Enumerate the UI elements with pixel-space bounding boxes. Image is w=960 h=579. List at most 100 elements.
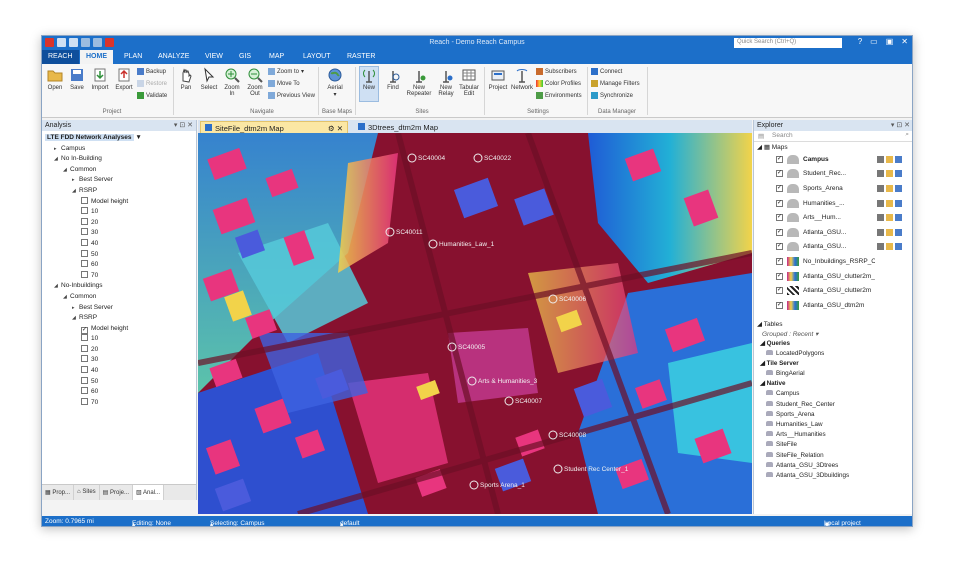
tab-project[interactable]: ▤ Proje... — [100, 485, 134, 500]
checkbox[interactable] — [81, 249, 88, 257]
style-icon[interactable] — [895, 170, 902, 178]
layer-visibility-checkbox[interactable]: ✓ — [776, 243, 783, 251]
backup-button[interactable]: Backup — [137, 68, 166, 75]
map-label[interactable]: Student Rec Center_1 — [564, 466, 629, 473]
edit-icon[interactable] — [877, 199, 884, 207]
new-repeater-button[interactable]: New Repeater — [405, 67, 433, 97]
dropdown-icon[interactable]: ▼ — [134, 134, 141, 141]
table-item[interactable]: BingAerial — [754, 369, 912, 379]
map-label[interactable]: Sports Arena_1 — [480, 482, 525, 489]
tab-gis[interactable]: GIS — [233, 50, 257, 64]
move-to-button[interactable]: Move To — [268, 80, 300, 87]
tree-node[interactable]: ◢ Common — [45, 165, 196, 176]
new-relay-button[interactable]: New Relay — [435, 67, 457, 97]
quick-search-input[interactable]: Quick Search (Ctrl+Q) — [734, 38, 842, 48]
layer-visibility-checkbox[interactable]: ✓ — [776, 257, 783, 265]
map-canvas[interactable]: SC40004 SC40022 SC40011 Humanities_Law_1… — [198, 133, 752, 514]
layer-item[interactable]: ✓ Campus — [754, 152, 912, 167]
tree-checkbox-item[interactable]: 70 — [45, 270, 196, 282]
style-icon[interactable] — [895, 184, 902, 192]
close-button[interactable]: ✕ — [901, 37, 908, 46]
table-item[interactable]: LocatedPolygons — [754, 349, 912, 359]
tabular-edit-button[interactable]: Tabular Edit — [458, 67, 480, 97]
tab-close-icon[interactable]: ⚙ ✕ — [328, 124, 343, 133]
minimize-button[interactable]: ▭ — [870, 37, 878, 46]
map-label[interactable]: SC40007 — [515, 398, 542, 405]
layer-visibility-checkbox[interactable]: ✓ — [776, 170, 783, 178]
layer-item[interactable]: ✓ Sports_Arena — [754, 181, 912, 196]
edit-icon[interactable] — [877, 155, 884, 163]
explorer-search-input[interactable]: ▤ Search ⌕ — [754, 131, 912, 142]
tree-checkbox-item[interactable]: 30 — [45, 355, 196, 366]
map-label[interactable]: SC40005 — [458, 344, 485, 351]
folder-icon[interactable] — [886, 170, 893, 178]
environments-button[interactable]: Environments — [536, 92, 582, 99]
layer-item[interactable]: ✓ Atlanta_GSU_clutter2m — [754, 283, 912, 298]
layer-visibility-checkbox[interactable]: ✓ — [776, 228, 783, 236]
layer-item[interactable]: ✓ Arts__Hum... — [754, 210, 912, 225]
tables-section-header[interactable]: ◢ Tables — [754, 319, 912, 329]
checkbox[interactable] — [81, 334, 88, 342]
tree-checkbox-item[interactable]: 50 — [45, 249, 196, 261]
validate-button[interactable]: Validate — [137, 92, 167, 99]
checkbox[interactable] — [81, 366, 88, 374]
folder-icon[interactable] — [886, 228, 893, 236]
tree-checkbox-item[interactable]: 50 — [45, 376, 196, 388]
aerial-button[interactable]: Aerial ▾ — [322, 67, 348, 98]
folder-icon[interactable] — [886, 214, 893, 222]
map-label[interactable]: SC40006 — [559, 296, 586, 303]
edit-icon[interactable] — [877, 228, 884, 236]
layer-item[interactable]: ✓ Atlanta_GSU... — [754, 225, 912, 240]
pan-button[interactable]: Pan — [176, 67, 196, 91]
checkbox[interactable] — [81, 376, 88, 384]
edit-icon[interactable] — [877, 243, 884, 251]
tab-reach[interactable]: REACH — [42, 50, 79, 64]
tree-node[interactable]: ▸ Campus — [45, 144, 196, 155]
checkbox[interactable] — [81, 397, 88, 405]
tab-properties[interactable]: ▦ Prop... — [42, 485, 75, 500]
edit-icon[interactable] — [877, 214, 884, 222]
layer-item[interactable]: ✓ Student_Rec... — [754, 167, 912, 182]
layer-item[interactable]: ✓ Atlanta_GSU_dtm2m — [754, 298, 912, 313]
style-icon[interactable] — [895, 199, 902, 207]
tab-view[interactable]: VIEW — [199, 50, 229, 64]
checkbox[interactable] — [81, 217, 88, 225]
tree-node[interactable]: ◢ RSRP — [45, 313, 196, 324]
tree-checkbox-item[interactable]: 70 — [45, 397, 196, 409]
tree-checkbox-item[interactable]: 40 — [45, 238, 196, 250]
tree-checkbox-item[interactable]: 10 — [45, 334, 196, 345]
tree-node[interactable]: ▸ Best Server — [45, 303, 196, 314]
tree-checkbox-item[interactable]: Model height — [45, 196, 196, 208]
map-label[interactable]: Arts & Humanities_3 — [478, 378, 538, 385]
grouped-selector[interactable]: Grouped : Recent ▾ — [754, 329, 912, 339]
expand-arrow-icon[interactable]: ◢ — [72, 313, 79, 324]
export-button[interactable]: Export — [113, 67, 135, 91]
table-item[interactable]: Atlanta_GSU_3Dtrees — [754, 461, 912, 471]
tree-node[interactable]: ◢ No In-Building — [45, 154, 196, 165]
layer-visibility-checkbox[interactable]: ✓ — [776, 214, 783, 222]
layer-visibility-checkbox[interactable]: ✓ — [776, 184, 783, 192]
checkbox[interactable]: ✓ — [81, 326, 88, 334]
panel-buttons[interactable]: ▾ ⊡ ✕ — [891, 121, 910, 129]
tree-node[interactable]: ◢ RSRP — [45, 186, 196, 197]
tree-node[interactable]: ▸ Best Server — [45, 175, 196, 186]
tab-sites[interactable]: ⌂ Sites — [74, 485, 100, 500]
maps-section-header[interactable]: ◢ ▦ Maps — [754, 142, 912, 152]
tab-sitefile-map[interactable]: SiteFile_dtm2m Map ⚙ ✕ — [200, 121, 348, 133]
synchronize-button[interactable]: Synchronize — [591, 92, 633, 99]
table-item[interactable]: SiteFile — [754, 440, 912, 450]
expand-arrow-icon[interactable]: ◢ — [54, 154, 61, 165]
tab-map[interactable]: MAP — [263, 50, 290, 64]
style-icon[interactable] — [895, 155, 902, 163]
layer-item[interactable]: ✓ No_Inbuildings_RSRP_C... — [754, 254, 912, 269]
table-group[interactable]: ◢ Native — [754, 379, 912, 389]
folder-icon[interactable] — [886, 155, 893, 163]
subscribers-button[interactable]: Subscribers — [536, 68, 577, 75]
tab-analysis[interactable]: ▧ Anal... — [133, 485, 165, 500]
map-label[interactable]: SC40008 — [559, 432, 586, 439]
checkbox[interactable] — [81, 228, 88, 236]
tree-node[interactable]: ◢ Common — [45, 292, 196, 303]
zoom-out-button[interactable]: Zoom Out — [245, 67, 265, 97]
import-button[interactable]: Import — [89, 67, 111, 91]
find-site-button[interactable]: Find — [383, 67, 403, 91]
